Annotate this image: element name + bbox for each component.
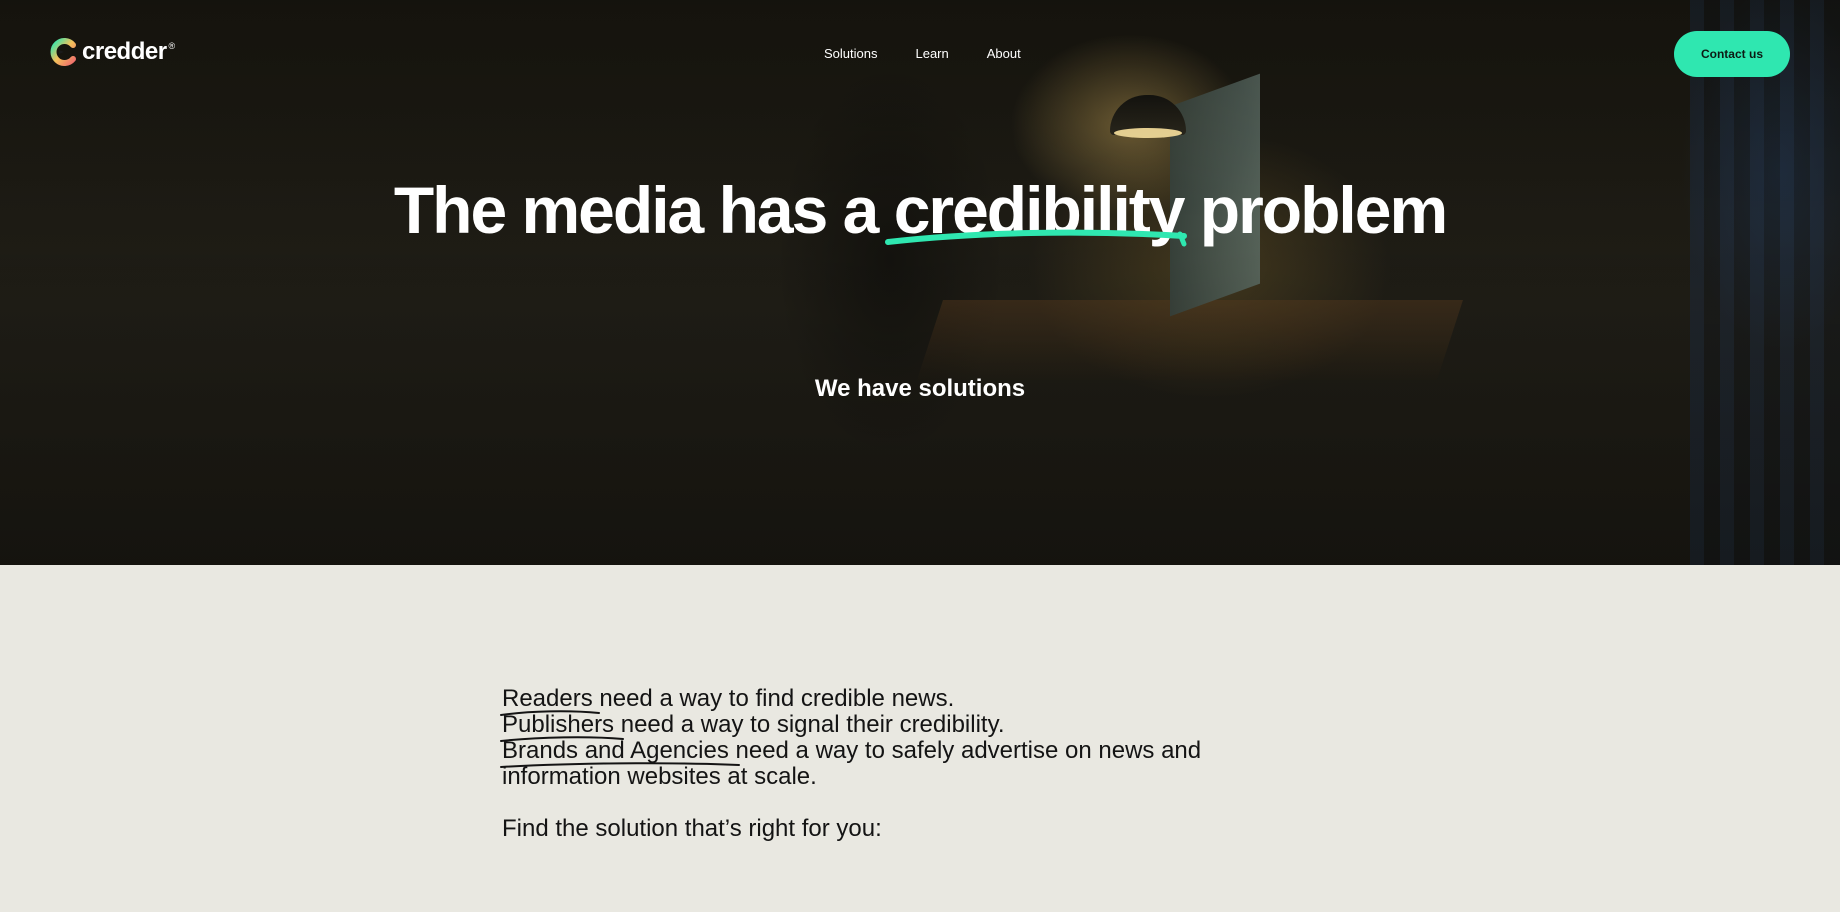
nav-item-solutions[interactable]: Solutions xyxy=(824,46,877,61)
intro-section: Readers need a way to find credible news… xyxy=(500,685,1262,842)
nav-item-about[interactable]: About xyxy=(987,46,1021,61)
intro-line-publishers: Publishers need a way to signal their cr… xyxy=(500,711,1262,742)
intro-line-readers-text: need a way to find credible news. xyxy=(592,685,955,712)
intro-line-readers: Readers need a way to find credible news… xyxy=(500,685,1262,716)
logo-registered-mark: ® xyxy=(168,41,176,51)
logo-link[interactable]: credder ® xyxy=(50,38,175,66)
keyword-publishers: Publishers xyxy=(500,712,624,742)
keyword-readers: Readers xyxy=(500,686,600,716)
main-nav: Solutions Learn About xyxy=(824,46,1021,61)
hero-overlay xyxy=(0,0,1840,565)
solutions-prompt: Find the solution that’s right for you: xyxy=(502,815,882,842)
intro-line-brands: Brands and Agencies need a way to safely… xyxy=(500,738,1262,790)
hero-subheading: We have solutions xyxy=(814,375,1026,402)
hero-headline: The media has a credibility problem xyxy=(0,172,1840,248)
headline-highlight-word: credibility xyxy=(884,172,1187,248)
credder-logo-icon xyxy=(50,38,76,66)
nav-item-learn[interactable]: Learn xyxy=(915,46,948,61)
headline-start: The media has a xyxy=(393,173,894,247)
intro-line-publishers-text: need a way to signal their credibility. xyxy=(614,711,1005,738)
brands-underline-stroke xyxy=(500,762,740,768)
hero-section: credder ® Solutions Learn About Contact … xyxy=(0,0,1840,565)
headline-end: problem xyxy=(1183,173,1448,247)
highlight-underline-stroke xyxy=(884,229,1187,247)
logo-wordmark: credder xyxy=(82,38,167,65)
contact-us-button[interactable]: Contact us xyxy=(1674,31,1790,77)
keyword-brands-agencies: Brands and Agencies xyxy=(500,738,740,768)
